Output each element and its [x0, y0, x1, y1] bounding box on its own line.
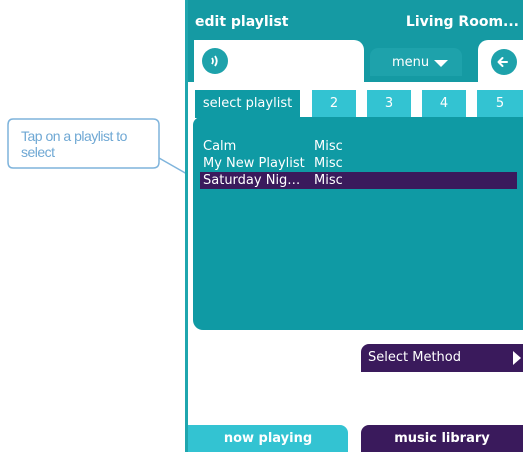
- select-method-button[interactable]: Select Method: [361, 344, 523, 372]
- music-library-tab[interactable]: music library: [361, 425, 523, 452]
- instruction-callout: Tap on a playlist to select: [7, 118, 188, 176]
- title-bar: edit playlist Living Room...: [188, 0, 523, 40]
- device-screen: edit playlist Living Room... menu select…: [185, 0, 523, 452]
- list-item[interactable]: Calm Misc: [200, 138, 517, 155]
- toolbar: menu: [188, 40, 523, 82]
- room-name[interactable]: Living Room...: [406, 14, 519, 30]
- speaker-icon[interactable]: [202, 48, 228, 74]
- tab-5[interactable]: 5: [477, 90, 523, 118]
- tab-3[interactable]: 3: [367, 90, 411, 118]
- playlist-category: Misc: [314, 173, 343, 188]
- menu-label: menu: [392, 55, 430, 70]
- playlist-name: My New Playlist: [203, 156, 305, 171]
- select-method-label: Select Method: [368, 350, 461, 365]
- playlist-list: Calm Misc My New Playlist Misc Saturday …: [193, 117, 523, 330]
- chevron-down-icon: [434, 60, 448, 67]
- playlist-name: Saturday Nig…: [203, 173, 301, 188]
- back-arrow-icon[interactable]: [491, 49, 517, 75]
- playlist-category: Misc: [314, 139, 343, 154]
- tab-select-playlist[interactable]: select playlist: [195, 90, 300, 118]
- playlist-tabs: select playlist 2 3 4 5: [188, 90, 523, 118]
- tab-2[interactable]: 2: [312, 90, 356, 118]
- playlist-category: Misc: [314, 156, 343, 171]
- list-item-selected[interactable]: Saturday Nig… Misc: [200, 172, 517, 189]
- list-item[interactable]: My New Playlist Misc: [200, 155, 517, 172]
- chevron-right-icon: [513, 351, 521, 365]
- page-title: edit playlist: [195, 14, 289, 30]
- tab-4[interactable]: 4: [422, 90, 466, 118]
- now-playing-tab[interactable]: now playing: [188, 425, 348, 452]
- callout-text: Tap on a playlist to select: [21, 128, 127, 160]
- menu-button[interactable]: menu: [370, 48, 462, 76]
- playlist-name: Calm: [203, 139, 237, 154]
